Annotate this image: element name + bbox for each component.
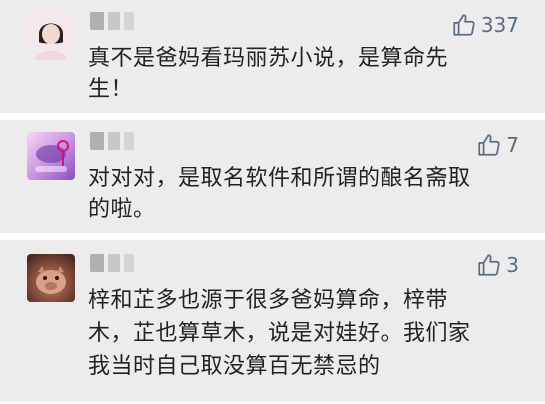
comment-text: 梓和芷多也源于很多爸妈算命，梓带 木，芷也算草木，说是对娃好。我们家 我当时自己…	[88, 288, 471, 379]
like-button[interactable]: 337	[451, 12, 519, 38]
nickname-redacted	[90, 132, 134, 150]
comment-text: 真不是爸妈看玛丽苏小说，是算命先 生！	[88, 46, 449, 102]
like-count: 337	[480, 13, 519, 37]
avatar-logo-icon	[35, 140, 69, 172]
comment-card: 3 梓和芷多也源于很多爸妈算命，梓带 木，芷也算草木，说是对娃好。我们家 我当时…	[0, 240, 545, 402]
thumbs-up-icon	[478, 254, 500, 276]
thumbs-up-icon	[478, 134, 500, 156]
avatar[interactable]	[27, 132, 75, 180]
like-button[interactable]: 3	[476, 252, 519, 278]
avatar-person-icon	[27, 12, 75, 60]
comment-feed: 337 真不是爸妈看玛丽苏小说，是算命先 生！ 7 对对对，是取名软件和所谓的酿…	[0, 0, 545, 404]
comment-card: 337 真不是爸妈看玛丽苏小说，是算命先 生！	[0, 0, 545, 113]
avatar[interactable]	[27, 12, 75, 60]
thumbs-up-icon	[453, 14, 475, 36]
avatar[interactable]	[27, 254, 75, 302]
like-count: 3	[506, 253, 519, 277]
avatar-pig-icon	[36, 266, 66, 294]
comment-text: 对对对，是取名软件和所谓的酿名斋取 的啦。	[88, 166, 471, 222]
nickname-redacted	[90, 254, 134, 272]
like-count: 7	[506, 133, 519, 157]
comment-card: 7 对对对，是取名软件和所谓的酿名斋取 的啦。	[0, 120, 545, 233]
nickname-redacted	[90, 12, 134, 30]
like-button[interactable]: 7	[476, 132, 519, 158]
